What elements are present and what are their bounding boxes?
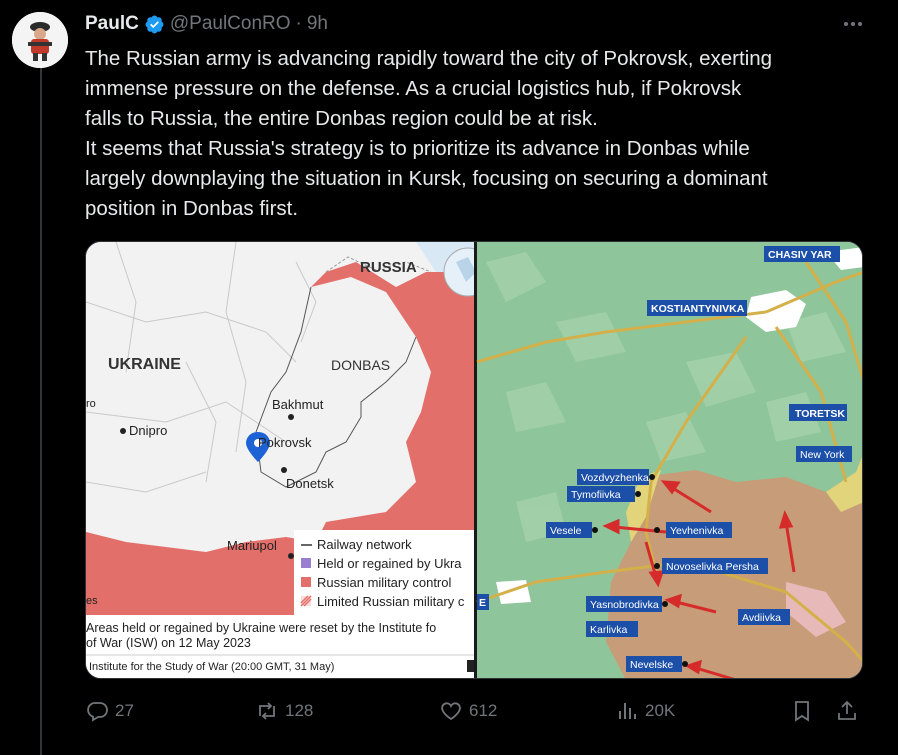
more-icon[interactable] xyxy=(838,14,868,34)
map-label-donetsk: Donetsk xyxy=(286,476,334,491)
map-label-russia: RUSSIA xyxy=(360,259,417,276)
like-icon xyxy=(441,702,461,721)
map-label-ukraine: UKRAINE xyxy=(108,356,181,373)
map-label-yasnobrodivka: Yasnobrodivka xyxy=(590,599,659,611)
map-label-avdiivka: Avdiivka xyxy=(742,612,781,624)
reply-icon xyxy=(87,702,108,722)
avatar[interactable] xyxy=(12,12,68,68)
action-bar: 27 128 612 20K xyxy=(85,699,875,727)
map-label-pokrovsk: Pokrovsk xyxy=(258,435,312,450)
map-label-vozdvyzhenka: Vozdvyzhenka xyxy=(581,472,649,484)
left-map[interactable]: RUSSIA UKRAINE DONBAS Bakhmut Pokrovsk D… xyxy=(86,242,493,679)
like-count: 612 xyxy=(469,701,498,720)
thread-line xyxy=(40,64,42,755)
reply-button[interactable]: 27 xyxy=(85,699,134,723)
views-button[interactable]: 20K xyxy=(615,699,675,723)
map-label-tymofiivka: Tymofiivka xyxy=(571,489,621,501)
map-label-fragment: E xyxy=(479,597,486,609)
map-label-yevhenivka: Yevhenivka xyxy=(670,525,723,537)
post-text-line: falls to Russia, the entire Donbas regio… xyxy=(85,107,598,130)
map-label-dnipro: Dnipro xyxy=(129,423,167,438)
post-time[interactable]: 9h xyxy=(307,13,328,35)
author-name[interactable]: PaulC xyxy=(85,13,139,35)
legend-russian: Russian military control xyxy=(317,575,451,590)
right-map[interactable]: CHASIV YAR KOSTIANTYNIVKA TORETSK New Yo… xyxy=(476,242,863,679)
map-label-mariupol: Mariupol xyxy=(227,538,277,553)
post-header: PaulC @PaulConRO · 9h xyxy=(85,12,868,36)
author-handle[interactable]: @PaulConRO xyxy=(170,13,291,35)
map-label-fragment: es xyxy=(86,595,98,607)
post-media[interactable]: RUSSIA UKRAINE DONBAS Bakhmut Pokrovsk D… xyxy=(85,241,863,679)
post-text-line: It seems that Russia's strategy is to pr… xyxy=(85,137,750,160)
post-text-line: position in Donbas first. xyxy=(85,197,299,220)
map-label-chasiv-yar: CHASIV YAR xyxy=(768,249,832,261)
map-label-fragment: ro xyxy=(86,398,96,410)
share-icon xyxy=(838,700,856,720)
map-label-nevelske: Nevelske xyxy=(630,659,673,671)
map-label-toretsk: TORETSK xyxy=(795,408,845,420)
views-icon xyxy=(619,703,636,719)
map-label-novoselivka: Novoselivka Persha xyxy=(666,561,759,573)
map-label-vesele: Vesele xyxy=(550,525,582,537)
map-note-line-2: of War (ISW) on 12 May 2023 xyxy=(86,636,251,650)
post-text-line: immense pressure on the defense. As a cr… xyxy=(85,77,742,100)
map-label-new-york: New York xyxy=(800,449,845,461)
repost-icon xyxy=(259,702,275,720)
map-label-donbas: DONBAS xyxy=(331,357,390,373)
share-button[interactable] xyxy=(835,699,859,723)
post-text-line: largely downplaying the situation in Kur… xyxy=(85,167,768,190)
verified-badge-icon xyxy=(144,14,165,35)
separator: · xyxy=(295,13,302,34)
map-legend: Railway network Held or regained by Ukra… xyxy=(294,530,474,615)
map-source: Institute for the Study of War (20:00 GM… xyxy=(89,661,334,673)
views-count: 20K xyxy=(645,701,676,720)
post-text: The Russian army is advancing rapidly to… xyxy=(85,44,875,224)
repost-count: 128 xyxy=(285,701,314,720)
legend-limited: Limited Russian military c xyxy=(317,594,465,609)
post-text-line: The Russian army is advancing rapidly to… xyxy=(85,47,773,70)
reply-count: 27 xyxy=(115,701,134,720)
repost-button[interactable]: 128 xyxy=(255,699,313,723)
map-label-bakhmut: Bakhmut xyxy=(272,397,324,412)
legend-railway: Railway network xyxy=(317,537,412,552)
bookmark-button[interactable] xyxy=(790,699,814,723)
map-label-karlivka: Karlivka xyxy=(590,624,628,636)
map-label-kostiantynivka: KOSTIANTYNIVKA xyxy=(651,303,745,315)
legend-held: Held or regained by Ukra xyxy=(317,556,462,571)
bookmark-icon xyxy=(795,701,809,722)
like-button[interactable]: 612 xyxy=(439,699,497,723)
map-note-line-1: Areas held or regained by Ukraine were r… xyxy=(86,621,436,635)
